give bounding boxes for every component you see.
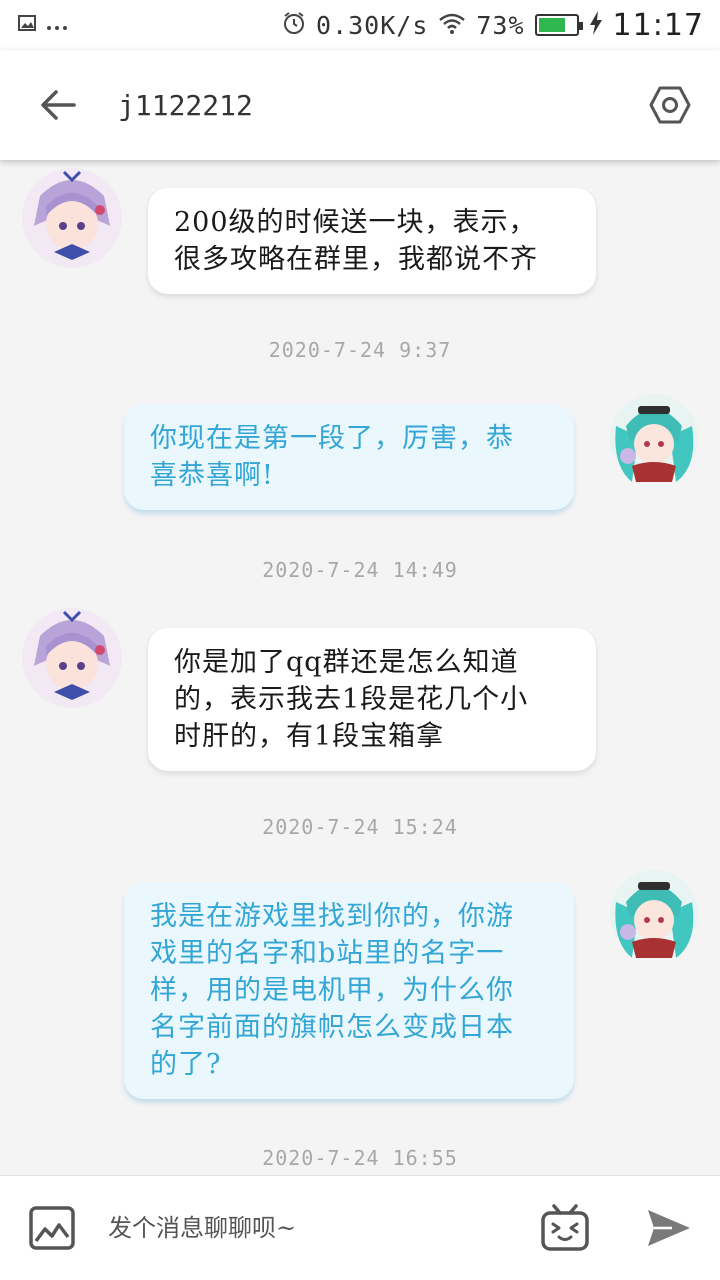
hexagon-settings-icon [649, 86, 691, 124]
message-line: 你现在是第一段了，厉害，恭 [150, 423, 514, 454]
message-line: 200级的时候送一块，表示， [174, 207, 537, 238]
avatar[interactable] [20, 606, 124, 710]
message-bubble-sent[interactable]: 你现在是第一段了，厉害，恭 喜恭喜啊! [124, 404, 574, 510]
message-line: 喜恭喜啊! [150, 460, 274, 491]
back-button[interactable] [28, 75, 88, 135]
message-bubble-received[interactable]: 200级的时候送一块，表示， 很多攻略在群里，我都说不齐 [148, 188, 596, 294]
emoji-button[interactable] [540, 1204, 590, 1252]
message-line: 的，表示我去1段是花几个小 [174, 684, 529, 715]
message-line: 你是加了qq群还是怎么知道 [174, 647, 519, 678]
battery-percent: 73% [476, 10, 525, 40]
message-timestamp: 2020-7-24 14:49 [262, 558, 458, 582]
image-icon [29, 1206, 75, 1250]
message-input[interactable] [108, 1203, 498, 1253]
chat-area[interactable]: 200级的时候送一块，表示， 很多攻略在群里，我都说不齐 2020-7-24 9… [0, 160, 720, 1175]
chat-header: j1122212 [0, 50, 720, 160]
message-line: 的了? [150, 1049, 222, 1080]
charging-icon [589, 11, 603, 39]
message-bubble-sent[interactable]: 我是在游戏里找到你的，你游 戏里的名字和b站里的名字一 样，用的是电机甲，为什么… [124, 882, 574, 1099]
bilibili-emoji-icon [541, 1204, 589, 1251]
battery-icon [534, 14, 583, 36]
message-line: 样，用的是电机甲，为什么你 [150, 975, 514, 1006]
network-speed: 0.30K/s [316, 10, 429, 40]
send-button[interactable] [646, 1208, 692, 1248]
page-title: j1122212 [118, 88, 253, 122]
battery-fill [538, 18, 565, 32]
message-timestamp: 2020-7-24 16:55 [262, 1146, 458, 1170]
wifi-icon [438, 12, 466, 38]
status-bar: 0.30K/s 73% 11:17 [0, 0, 720, 50]
message-bubble-received[interactable]: 你是加了qq群还是怎么知道 的，表示我去1段是花几个小 时肝的，有1段宝箱拿 [148, 628, 596, 771]
message-line: 很多攻略在群里，我都说不齐 [174, 244, 538, 275]
send-icon [648, 1210, 690, 1246]
message-line: 时肝的，有1段宝箱拿 [174, 721, 445, 752]
clock-time: 11:17 [612, 7, 704, 43]
image-icon [18, 15, 36, 35]
more-dots-icon [46, 16, 68, 35]
avatar[interactable] [602, 386, 706, 490]
settings-button[interactable] [644, 79, 696, 131]
message-timestamp: 2020-7-24 15:24 [262, 815, 458, 839]
image-picker-button[interactable] [28, 1205, 76, 1251]
avatar[interactable] [602, 862, 706, 966]
message-input-bar [0, 1175, 720, 1280]
back-arrow-icon [41, 90, 76, 120]
message-line: 名字前面的旗帜怎么变成日本 [150, 1012, 514, 1043]
message-line: 戏里的名字和b站里的名字一 [150, 938, 505, 969]
message-line: 我是在游戏里找到你的，你游 [150, 901, 514, 932]
message-timestamp: 2020-7-24 9:37 [268, 338, 452, 362]
alarm-icon [282, 11, 306, 39]
avatar[interactable] [20, 166, 124, 270]
